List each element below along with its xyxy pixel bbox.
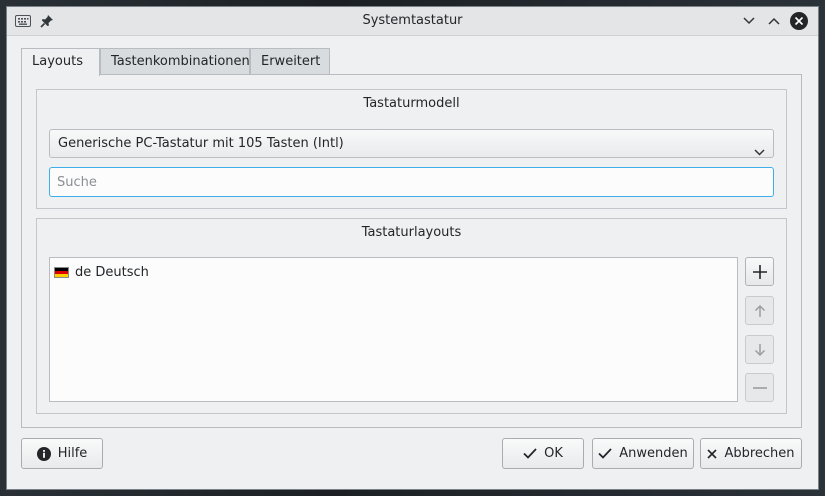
move-down-button[interactable] [745,335,774,364]
minus-icon [752,386,767,389]
help-button[interactable]: Hilfe [21,438,103,469]
close-icon[interactable] [789,11,809,31]
arrow-up-icon [754,304,765,317]
cancel-label: Abbrechen [724,446,795,461]
tab-shortcuts[interactable]: Tastenkombinationen [100,48,250,74]
list-item[interactable]: de Deutsch [54,264,149,280]
dialog-window: Systemtastatur Layouts Tastenkombination… [6,6,819,490]
apply-button[interactable]: Anwenden [592,438,694,469]
layout-name: Deutsch [95,264,149,280]
info-icon [36,446,51,461]
checkmark-icon [598,448,612,459]
keyboard-model-group: Tastaturmodell Generische PC-Tastatur mi… [36,89,787,209]
tab-advanced[interactable]: Erweitert [250,48,330,74]
search-input[interactable] [49,167,774,197]
help-label: Hilfe [57,446,88,461]
keyboard-model-combobox[interactable]: Generische PC-Tastatur mit 105 Tasten (I… [49,129,774,158]
remove-layout-button[interactable] [745,373,774,402]
cancel-button[interactable]: Abbrechen [700,438,802,469]
close-icon [707,448,718,459]
checkmark-icon [523,448,537,459]
layouts-tab-panel: Tastaturmodell Generische PC-Tastatur mi… [21,74,802,428]
layout-code: de [75,264,92,280]
keyboard-layouts-group: Tastaturlayouts de Deutsch [36,218,787,414]
plus-icon [752,264,767,279]
title-bar[interactable]: Systemtastatur [7,7,818,36]
move-up-button[interactable] [745,296,774,325]
keyboard-layouts-title: Tastaturlayouts [361,225,462,240]
maximize-icon[interactable] [764,11,784,31]
add-layout-button[interactable] [745,257,774,286]
german-flag-icon [54,266,69,278]
ok-button[interactable]: OK [502,438,584,469]
window-title: Systemtastatur [362,13,463,28]
minimize-icon[interactable] [739,11,759,31]
layouts-list[interactable]: de Deutsch [49,257,738,402]
keyboard-model-selected: Generische PC-Tastatur mit 105 Tasten (I… [58,136,344,151]
apply-label: Anwenden [619,446,688,461]
keyboard-model-title: Tastaturmodell [363,96,460,111]
tab-layouts[interactable]: Layouts [21,48,100,76]
ok-label: OK [544,446,563,461]
arrow-down-icon [754,343,765,356]
chevron-down-icon [754,139,765,166]
